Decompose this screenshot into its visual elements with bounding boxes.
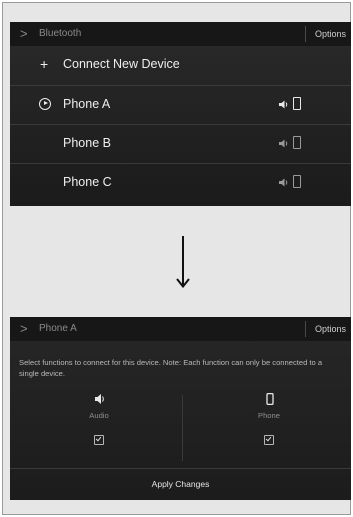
function-label: Phone [258, 411, 280, 420]
device-status [279, 136, 309, 150]
arrow-down-icon [176, 236, 190, 288]
bluetooth-screen: > Bluetooth Options + Connect New Device… [10, 22, 351, 206]
phone-icon [293, 136, 301, 149]
phone-icon [266, 393, 274, 405]
instruction-text: Select functions to connect for this dev… [19, 358, 323, 378]
speaker-icon [279, 100, 288, 109]
function-audio: Audio [14, 393, 184, 461]
device-label: Phone A [63, 97, 111, 111]
speaker-icon [279, 139, 288, 148]
plus-icon: + [40, 56, 49, 72]
column-divider [182, 395, 183, 461]
connect-new-device-row[interactable]: + Connect New Device [10, 46, 351, 84]
header-bar: > Phone A Options [10, 317, 351, 341]
header-bar: > Bluetooth Options [10, 22, 351, 46]
device-label: Phone C [63, 175, 112, 189]
device-settings-screen: > Phone A Options Select functions to co… [10, 317, 351, 500]
device-status [279, 175, 309, 189]
speaker-icon [279, 178, 288, 187]
header-divider [305, 321, 306, 337]
device-row-phone-a[interactable]: Phone A [10, 85, 351, 123]
speaker-icon [95, 394, 104, 404]
device-status [279, 97, 309, 111]
function-phone: Phone [184, 393, 353, 461]
connect-new-device-label: Connect New Device [63, 57, 180, 71]
apply-bar: Apply Changes [10, 468, 351, 500]
device-row-phone-c[interactable]: Phone C [10, 163, 351, 201]
function-label: Audio [89, 411, 109, 420]
back-chevron-icon[interactable]: > [20, 25, 28, 43]
connected-play-icon [39, 98, 51, 110]
header-divider [305, 26, 306, 42]
screen-title: Phone A [39, 323, 77, 334]
device-row-phone-b[interactable]: Phone B [10, 124, 351, 162]
screen-title: Bluetooth [39, 28, 82, 39]
options-button[interactable]: Options [315, 321, 346, 337]
phone-icon [293, 175, 301, 188]
phone-checkbox[interactable] [264, 435, 274, 445]
options-button[interactable]: Options [315, 26, 346, 42]
apply-changes-button[interactable]: Apply Changes [10, 469, 351, 500]
back-chevron-icon[interactable]: > [20, 320, 28, 338]
phone-icon [293, 97, 301, 110]
audio-checkbox[interactable] [94, 435, 104, 445]
device-label: Phone B [63, 136, 111, 150]
